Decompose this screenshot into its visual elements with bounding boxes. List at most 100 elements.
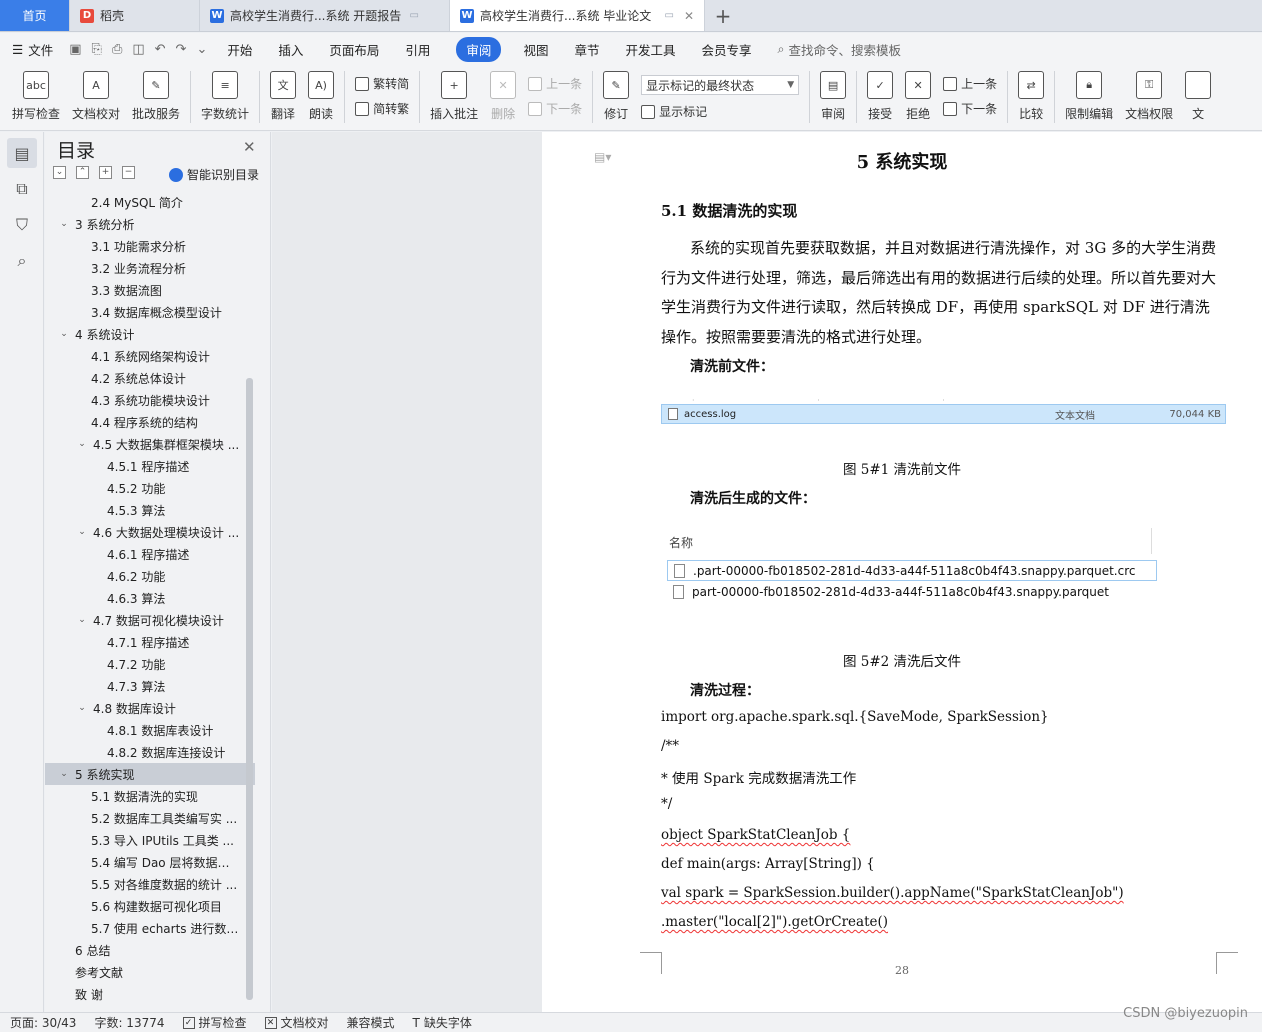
menu-item-reference[interactable]: 引用 <box>405 40 430 59</box>
toc-item[interactable]: ⌄ 3 系统分析 <box>45 213 255 235</box>
toc-item[interactable]: 4.6.2 功能 <box>45 565 255 587</box>
toc-item[interactable]: 参考文献 <box>45 961 255 983</box>
toc-item[interactable]: 4.4 程序系统的结构 <box>45 411 255 433</box>
menu-item-view[interactable]: 视图 <box>523 40 548 59</box>
preview-icon[interactable]: ◫ <box>132 42 144 57</box>
toc-item[interactable]: 4.8.1 数据库表设计 <box>45 719 255 741</box>
word-count-indicator[interactable]: 字数: 13774 <box>94 1014 164 1031</box>
toc-item[interactable]: 5.2 数据库工具类编写实 ... <box>45 807 255 829</box>
close-icon[interactable]: ✕ <box>243 138 256 156</box>
doc-check-button[interactable]: A 文档校对 <box>72 71 120 122</box>
prev-change-button[interactable]: 上一条 <box>943 75 997 92</box>
tab-docer[interactable]: D 稻壳 <box>70 0 200 31</box>
expand-all-icon[interactable]: ⌄ <box>53 166 66 179</box>
save-icon[interactable]: ▣ <box>69 42 81 57</box>
undo-icon[interactable]: ↶ <box>155 42 166 57</box>
next-comment-button[interactable]: 下一条 <box>528 100 582 117</box>
page-indicator[interactable]: 页面: 30/43 <box>10 1014 76 1031</box>
review-pane-button[interactable]: ▤ 审阅 <box>820 71 847 122</box>
menu-item-layout[interactable]: 页面布局 <box>329 40 379 59</box>
spell-check-toggle[interactable]: ✓ 拼写检查 <box>182 1014 247 1031</box>
chevron-down-icon[interactable]: ⌄ <box>196 42 207 57</box>
toc-item[interactable]: 3.3 数据流图 <box>45 279 255 301</box>
toc-scrollbar[interactable] <box>246 378 253 1000</box>
toc-item[interactable]: 3.4 数据库概念模型设计 <box>45 301 255 323</box>
toc-item[interactable]: ⌄ 4.8 数据库设计 <box>45 697 255 719</box>
toc-item[interactable]: 4.1 系统网络架构设计 <box>45 345 255 367</box>
toc-item[interactable]: 4.3 系统功能模块设计 <box>45 389 255 411</box>
toc-item[interactable]: 4.5.1 程序描述 <box>45 455 255 477</box>
toc-item[interactable]: 4.6.1 程序描述 <box>45 543 255 565</box>
translate-button[interactable]: 文翻译 <box>270 71 297 122</box>
new-tab-button[interactable]: + <box>705 0 741 31</box>
toc-item[interactable]: ⌄ 4.6 大数据处理模块设计 ... <box>45 521 255 543</box>
chevron-down-icon[interactable]: ⌄ <box>57 329 71 339</box>
smart-toc-button[interactable]: 智能识别目录 <box>169 166 259 183</box>
toc-item[interactable]: 4.6.3 算法 <box>45 587 255 609</box>
toc-item[interactable]: 4.5.3 算法 <box>45 499 255 521</box>
toc-panel-icon[interactable]: ▤ <box>7 138 37 168</box>
toc-item[interactable]: 4.7.2 功能 <box>45 653 255 675</box>
chevron-down-icon[interactable]: ⌄ <box>75 615 89 625</box>
print-icon[interactable]: ⎙ <box>112 42 122 57</box>
export-icon[interactable]: ⎘ <box>92 42 102 57</box>
toc-item[interactable]: 4.2 系统总体设计 <box>45 367 255 389</box>
menu-item-insert[interactable]: 插入 <box>278 40 303 59</box>
simp-to-trad-button[interactable]: 简转繁 <box>355 100 409 117</box>
insert-comment-button[interactable]: + 插入批注 <box>430 71 478 122</box>
tab-home[interactable]: 首页 <box>0 0 70 31</box>
document-page[interactable]: ▤▾ 5 系统实现 5.1 数据清洗的实现 系统的实现首先要获取数据，并且对数据… <box>542 132 1262 1012</box>
add-item-icon[interactable]: + <box>99 166 112 179</box>
bookmark-icon[interactable]: ⛉ <box>7 210 37 240</box>
menu-item-member[interactable]: 会员专享 <box>701 40 751 59</box>
chevron-down-icon[interactable]: ⌄ <box>75 527 89 537</box>
tab-thesis-doc[interactable]: W 高校学生消费行...系统 毕业论文 ▭ ✕ <box>450 0 705 31</box>
chevron-down-icon[interactable]: ⌄ <box>75 703 89 713</box>
delete-comment-button[interactable]: ✕ 删除 <box>490 71 517 122</box>
search-icon[interactable]: ⌕ <box>7 246 37 276</box>
toc-item[interactable]: ⌄ 5 系统实现 <box>45 763 255 785</box>
chevron-down-icon[interactable]: ⌄ <box>75 439 89 449</box>
doc-permission-button[interactable]: ⚿ 文档权限 <box>1125 71 1173 122</box>
restrict-edit-button[interactable]: 🔒︎ 限制编辑 <box>1065 71 1113 122</box>
track-changes-button[interactable]: ✎ 修订 <box>603 71 630 122</box>
toc-item[interactable]: 4.7.1 程序描述 <box>45 631 255 653</box>
close-icon[interactable]: ✕ <box>684 9 694 23</box>
toc-item[interactable]: 3.1 功能需求分析 <box>45 235 255 257</box>
accept-button[interactable]: ✓ 接受 <box>867 71 894 122</box>
toc-item[interactable]: 3.2 业务流程分析 <box>45 257 255 279</box>
menu-item-chapter[interactable]: 章节 <box>574 40 599 59</box>
menu-item-review[interactable]: 审阅 <box>456 36 502 62</box>
ribbon-overflow-button[interactable]: 文 <box>1185 71 1212 122</box>
missing-font-button[interactable]: T 缺失字体 <box>413 1014 472 1031</box>
chevron-down-icon[interactable]: ⌄ <box>57 769 71 779</box>
read-aloud-button[interactable]: A) 朗读 <box>308 71 335 122</box>
file-menu[interactable]: ☰ 文件 <box>12 40 53 59</box>
toc-item[interactable]: 6 总结 <box>45 939 255 961</box>
toc-item[interactable]: 5.3 导入 IPUtils 工具类 ... <box>45 829 255 851</box>
toc-item[interactable]: 5.5 对各维度数据的统计 ... <box>45 873 255 895</box>
display-mode-select[interactable]: 显示标记的最终状态 ▼ <box>641 75 800 95</box>
toc-item[interactable]: ⌄ 4 系统设计 <box>45 323 255 345</box>
spell-check-button[interactable]: abc 拼写检查 <box>12 71 60 122</box>
redo-icon[interactable]: ↷ <box>176 42 187 57</box>
toc-item[interactable]: 2.4 MySQL 简介 <box>45 191 255 213</box>
command-search[interactable]: ⌕ 查找命令、搜索模板 <box>778 40 902 59</box>
next-change-button[interactable]: 下一条 <box>943 100 997 117</box>
trad-to-simp-button[interactable]: 繁转简 <box>355 75 409 92</box>
chapter-panel-icon[interactable]: ⧉ <box>7 174 37 204</box>
chevron-down-icon[interactable]: ⌄ <box>57 219 71 229</box>
toc-item[interactable]: 5.7 使用 echarts 进行数 ... <box>45 917 255 939</box>
remove-item-icon[interactable]: − <box>122 166 135 179</box>
menu-item-start[interactable]: 开始 <box>227 40 252 59</box>
collapse-all-icon[interactable]: ⌃ <box>76 166 89 179</box>
menu-item-devtools[interactable]: 开发工具 <box>625 40 675 59</box>
toc-item[interactable]: 5.6 构建数据可视化项目 <box>45 895 255 917</box>
reject-button[interactable]: ✕ 拒绝 <box>905 71 932 122</box>
revise-service-button[interactable]: ✎ 批改服务 <box>132 71 180 122</box>
toc-item[interactable]: ⌄ 4.5 大数据集群框架模块 ... <box>45 433 255 455</box>
doc-check-toggle[interactable]: ✕ 文档校对 <box>264 1014 329 1031</box>
word-count-button[interactable]: ≡ 字数统计 <box>201 71 249 122</box>
show-markup-button[interactable]: 显示标记 <box>641 103 799 120</box>
toc-item[interactable]: 5.4 编写 Dao 层将数据解 ... <box>45 851 255 873</box>
